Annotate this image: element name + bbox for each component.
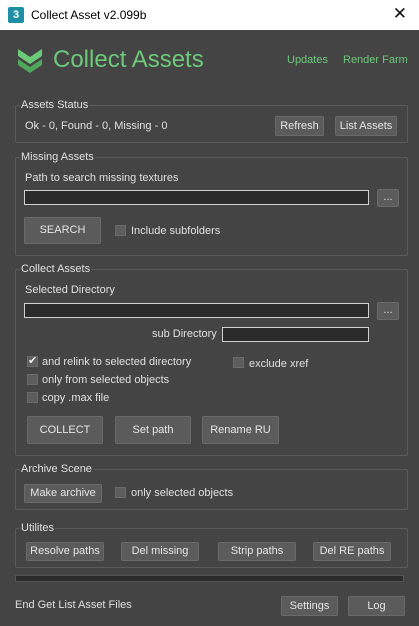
search-button[interactable]: SEARCH [24,217,101,244]
archive-only-selected-checkbox[interactable] [115,487,126,498]
updates-link[interactable]: Updates [287,54,328,66]
browse-search-path-button[interactable]: ... [377,189,399,207]
close-icon[interactable]: ✕ [393,4,407,24]
make-archive-button[interactable]: Make archive [24,484,102,503]
refresh-button[interactable]: Refresh [275,116,324,136]
only-selected-objects-checkbox[interactable] [27,374,38,385]
settings-button[interactable]: Settings [281,596,338,616]
strip-paths-button[interactable]: Strip paths [218,542,296,561]
resolve-paths-button[interactable]: Resolve paths [26,542,104,561]
log-button[interactable]: Log [348,596,405,616]
archive-scene-title: Archive Scene [20,463,93,475]
progress-bar [15,575,404,582]
collect-button[interactable]: COLLECT [27,416,103,444]
utilites-title: Utilites [20,522,56,534]
app-logo-text: Collect Assets [53,46,204,73]
missing-assets-title: Missing Assets [20,151,95,163]
footer-status-text: End Get List Asset Files [15,599,132,611]
include-subfolders-checkbox[interactable] [115,225,126,236]
checkmark-icon: ✔ [28,355,38,367]
window-titlebar[interactable]: 3 Collect Asset v2.099b ✕ [0,0,419,30]
collect-assets-title: Collect Assets [20,263,92,275]
exclude-xref-label: exclude xref [249,358,309,370]
copy-max-checkbox[interactable] [27,392,38,403]
assets-status-text: Ok - 0, Found - 0, Missing - 0 [25,120,168,132]
logo-icon [18,49,42,73]
browse-directory-button[interactable]: ... [377,302,399,320]
archive-only-selected-label: only selected objects [131,487,234,499]
relink-checkbox[interactable]: ✔ [27,355,38,367]
sub-directory-label: sub Directory [152,328,217,340]
only-selected-objects-label: only from selected objects [42,374,170,386]
include-subfolders-label: Include subfolders [131,225,221,237]
selected-directory-input[interactable] [24,303,369,318]
rename-ru-button[interactable]: Rename RU [202,416,279,444]
exclude-xref-checkbox[interactable] [233,357,244,368]
set-path-button[interactable]: Set path [115,416,191,444]
search-path-label: Path to search missing textures [25,172,179,184]
assets-status-title: Assets Status [20,99,90,111]
del-re-paths-button[interactable]: Del RE paths [313,542,391,561]
window-title: Collect Asset v2.099b [31,8,147,22]
copy-max-label: copy .max file [42,392,110,404]
selected-directory-label: Selected Directory [25,284,115,296]
sub-directory-input[interactable] [222,327,369,342]
list-assets-button[interactable]: List Assets [335,116,397,136]
app-icon: 3 [8,7,24,23]
render-farm-link[interactable]: Render Farm [343,54,408,66]
relink-label: and relink to selected directory [42,356,192,368]
search-path-input[interactable] [24,190,369,205]
del-missing-button[interactable]: Del missing [121,542,199,561]
